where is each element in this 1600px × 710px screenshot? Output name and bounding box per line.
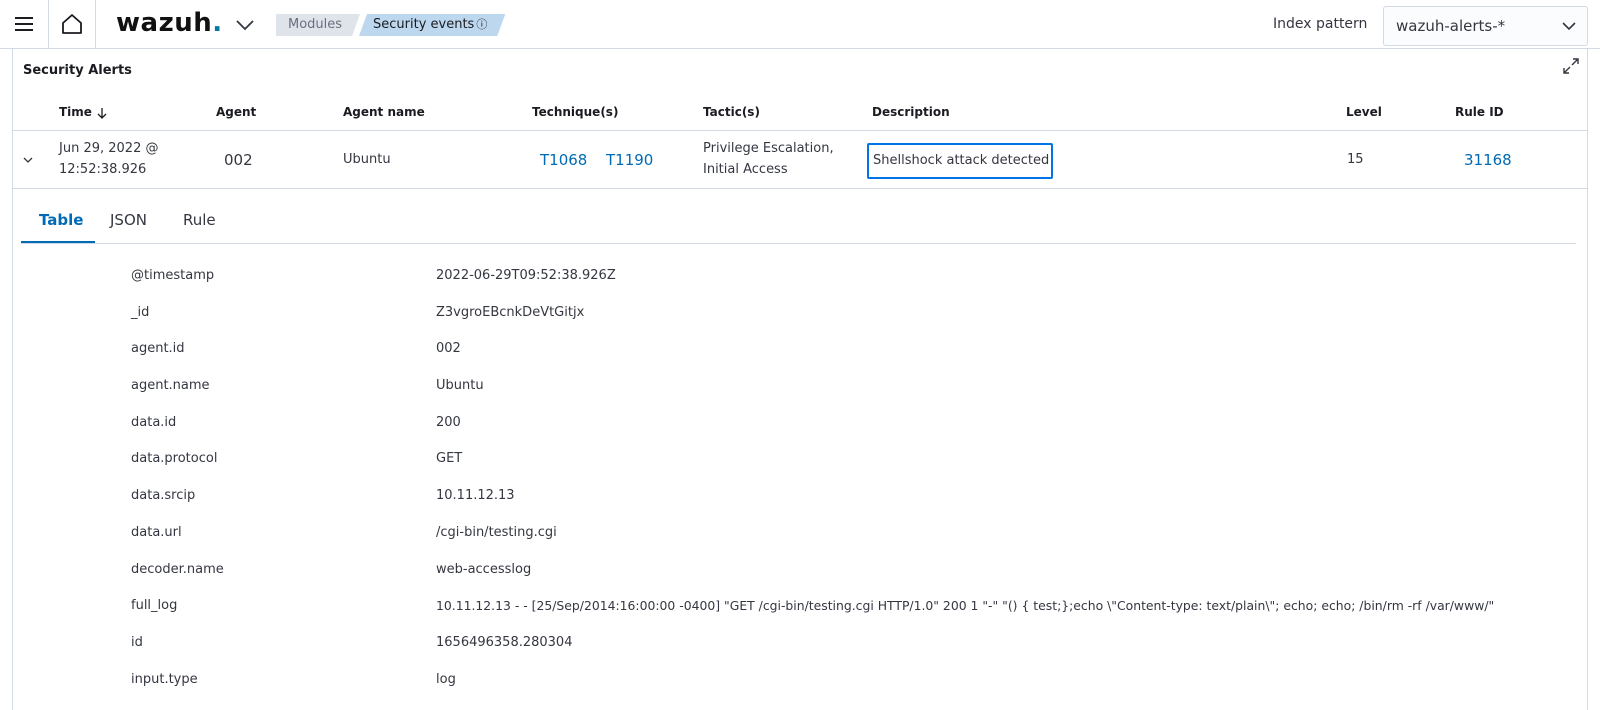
index-pattern-label: Index pattern: [1273, 16, 1368, 32]
field-value: 2022-06-29T09:52:38.926Z: [436, 268, 616, 283]
info-icon[interactable]: ⓘ: [476, 18, 487, 31]
column-header-time[interactable]: Time: [59, 105, 108, 119]
tab-json[interactable]: JSON: [110, 211, 147, 229]
field-value: Ubuntu: [436, 378, 484, 394]
row-tactic-line1: Privilege Escalation,: [703, 141, 834, 156]
tab-rule[interactable]: Rule: [183, 211, 216, 229]
column-header-description[interactable]: Description: [872, 105, 950, 119]
tab-table[interactable]: Table: [39, 211, 83, 229]
field-key: agent.id: [131, 341, 185, 357]
row-agent-id[interactable]: 002: [224, 151, 253, 169]
list-item: data.protocol GET: [13, 442, 1587, 479]
breadcrumb-security-label: Security events: [373, 17, 475, 32]
breadcrumb-modules[interactable]: Modules: [276, 14, 360, 36]
list-item: data.srcip 10.11.12.13: [13, 479, 1587, 516]
row-time-clock: 12:52:38.926: [59, 162, 147, 177]
technique-link-t1190[interactable]: T1190: [606, 151, 653, 169]
list-item: data.url/cgi-bin/testing.cgi: [13, 516, 1587, 553]
panel-title: Security Alerts: [23, 63, 132, 78]
field-key: data.srcip: [131, 488, 196, 504]
field-value: 10.11.12.13 - - [25/Sep/2014:16:00:00 -0…: [436, 598, 1495, 614]
column-header-techniques[interactable]: Technique(s): [532, 105, 618, 119]
field-value: Z3vgroEBcnkDeVtGitjx: [436, 304, 585, 320]
index-pattern-select[interactable]: wazuh-alerts-*: [1383, 6, 1588, 46]
detail-tabs: Table JSON Rule: [21, 199, 1576, 244]
list-item: input.type log: [13, 663, 1587, 700]
list-item: data.id 200: [13, 406, 1587, 443]
list-item: full_log 10.11.12.13 - - [25/Sep/2014:16:…: [13, 589, 1587, 626]
field-value: 1656496358.280304: [436, 634, 573, 650]
list-item: @timestamp 2022-06-29T09:52:38.926Z: [13, 259, 1587, 296]
row-time-date: Jun 29, 2022 @: [59, 141, 159, 156]
field-key: full_log: [131, 598, 178, 614]
top-header: wazuh. Modules Security events ⓘ Index pa…: [0, 0, 1600, 49]
active-tab-indicator: [21, 241, 95, 243]
column-header-tactics[interactable]: Tactic(s): [703, 105, 760, 119]
breadcrumb-security-events: Security events ⓘ: [359, 14, 505, 36]
list-item: decoder.name web-accesslog: [13, 553, 1587, 590]
row-agent-name: Ubuntu: [343, 152, 391, 167]
row-level: 15: [1347, 152, 1364, 167]
sort-down-icon: [97, 107, 107, 119]
list-item: agent.id 002: [13, 332, 1587, 369]
home-button[interactable]: [48, 0, 96, 48]
table-row[interactable]: Jun 29, 2022 @ 12:52:38.926 002 Ubuntu T…: [13, 131, 1587, 189]
field-value: /cgi-bin/testing.cgi: [436, 524, 557, 540]
field-value: 002: [436, 341, 461, 357]
table-header: Time Agent Agent name Technique(s) Tacti…: [13, 89, 1587, 131]
chevron-down-icon: [1562, 22, 1576, 31]
alert-details-table: @timestamp 2022-06-29T09:52:38.926Z _id Z3…: [13, 259, 1587, 699]
list-item: id 1656496358.280304: [13, 626, 1587, 663]
field-key: data.protocol: [131, 451, 218, 467]
list-item: agent.name Ubuntu: [13, 369, 1587, 406]
rule-id-link[interactable]: 31168: [1464, 151, 1512, 169]
security-alerts-panel: Security Alerts Time Agent Agent name Te…: [12, 49, 1588, 710]
field-key: data.id: [131, 414, 177, 430]
field-value: GET: [436, 451, 463, 467]
column-header-rule-id[interactable]: Rule ID: [1455, 105, 1504, 119]
hamburger-icon: [15, 17, 33, 31]
list-item: _id Z3vgroEBcnkDeVtGitjx: [13, 296, 1587, 333]
row-description[interactable]: Shellshock attack detected: [867, 143, 1053, 179]
column-header-agent[interactable]: Agent: [216, 105, 256, 119]
field-key: @timestamp: [131, 268, 215, 283]
column-header-agent-name[interactable]: Agent name: [343, 105, 425, 119]
field-key: decoder.name: [131, 561, 224, 577]
logo-text: wazuh: [116, 8, 213, 38]
column-header-level[interactable]: Level: [1346, 105, 1382, 119]
field-key: id: [131, 634, 143, 650]
home-icon: [62, 14, 82, 34]
field-key: agent.name: [131, 378, 210, 394]
field-key: _id: [131, 304, 150, 320]
logo-dot: .: [212, 8, 223, 38]
fullscreen-icon[interactable]: [1561, 56, 1581, 76]
field-value: 10.11.12.13: [436, 488, 515, 504]
breadcrumb-modules-label: Modules: [288, 17, 343, 32]
field-value: 200: [436, 414, 461, 430]
menu-button[interactable]: [0, 0, 48, 48]
row-tactic-line2: Initial Access: [703, 162, 788, 177]
wazuh-logo[interactable]: wazuh.: [116, 8, 223, 38]
index-pattern-value: wazuh-alerts-*: [1396, 17, 1506, 35]
technique-link-t1068[interactable]: T1068: [540, 151, 587, 169]
field-value: log: [436, 671, 456, 687]
chevron-down-icon[interactable]: [21, 153, 35, 167]
chevron-down-icon[interactable]: [234, 14, 256, 36]
field-key: data.url: [131, 524, 182, 540]
field-key: input.type: [131, 671, 198, 687]
field-value: web-accesslog: [436, 561, 532, 577]
